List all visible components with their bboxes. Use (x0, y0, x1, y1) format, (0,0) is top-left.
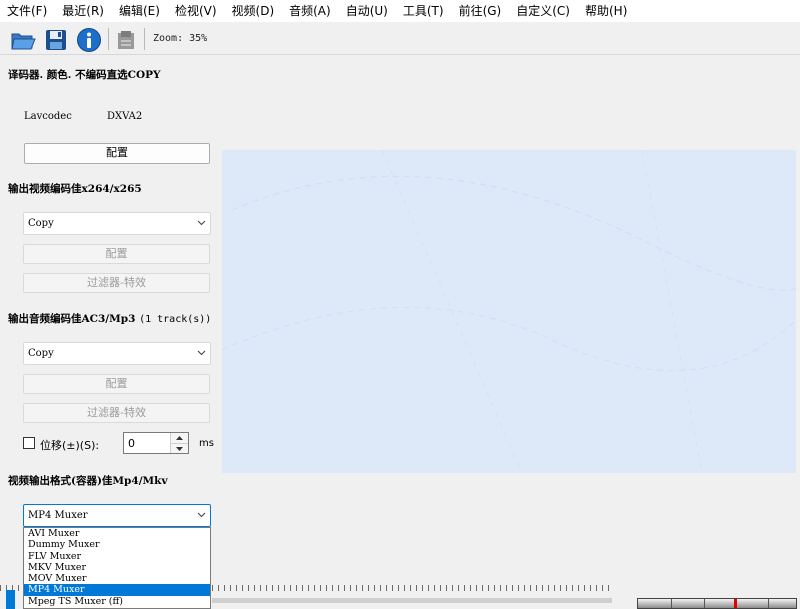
container-format-option[interactable]: FLV Muxer (24, 551, 210, 562)
decoder-lib-label: Lavcodec (24, 111, 72, 122)
decoder-hw-label: DXVA2 (107, 111, 143, 122)
chevron-down-icon (195, 216, 207, 230)
meter-tick (704, 599, 705, 608)
container-format-option[interactable]: MP4 Muxer (24, 584, 210, 596)
audio-shift-spinbox[interactable]: 0 (123, 432, 189, 454)
container-format-option[interactable]: AVI Muxer (24, 528, 210, 539)
video-preview (222, 150, 796, 473)
chevron-down-icon (195, 346, 207, 360)
spin-arrows (170, 433, 188, 453)
preview-background-pattern (222, 150, 796, 473)
toolbar-separator (144, 28, 145, 50)
info-icon[interactable] (75, 26, 103, 54)
audio-filters-button[interactable]: 过滤器-特效 (23, 403, 210, 423)
timeline-track[interactable] (212, 598, 612, 603)
container-format-option[interactable]: Mpeg TS Muxer (ff) (24, 596, 210, 607)
audio-level-meter (637, 598, 797, 609)
video-filters-button[interactable]: 过滤器-特效 (23, 273, 210, 293)
audio-shift-value: 0 (128, 437, 135, 450)
decoder-section-title: 译码器. 颜色. 不编码直选COPY (8, 69, 161, 81)
menu-item[interactable]: 文件(F) (0, 0, 55, 22)
menu-bar: 文件(F) 最近(R) 编辑(E) 检视(V) 视频(D) 音频(A) 自动(U) 工具(T)… (0, 0, 800, 22)
zoom-level: Zoom: 35% (153, 33, 208, 44)
video-config-button[interactable]: 配置 (23, 244, 210, 264)
toolbar-separator (108, 28, 109, 50)
menu-item[interactable]: 检视(V) (168, 0, 225, 22)
meter-tick (768, 599, 769, 608)
toolbar: Zoom: 35% (0, 23, 800, 55)
container-format-option[interactable]: MKV Muxer (24, 562, 210, 573)
menu-item[interactable]: 编辑(E) (112, 0, 168, 22)
audio-shift-checkbox[interactable] (23, 437, 35, 449)
audio-shift-unit: ms (199, 438, 214, 449)
menu-item[interactable]: 前往(G) (452, 0, 510, 22)
container-format-option[interactable]: Dummy Muxer (24, 539, 210, 550)
save-disk-icon[interactable] (42, 26, 70, 54)
audio-config-button[interactable]: 配置 (23, 374, 210, 394)
decoder-config-button[interactable]: 配置 (24, 143, 210, 164)
meter-cursor (734, 599, 737, 608)
spin-down-icon[interactable] (171, 443, 188, 453)
menu-item[interactable]: 帮助(H) (578, 0, 635, 22)
audio-output-section-title: 输出音频编码佳AC3/Mp3 (1 track(s)) (8, 311, 211, 326)
container-format-dropdown: AVI Muxer Dummy Muxer FLV Muxer MKV Muxer MO… (23, 527, 211, 609)
menu-item[interactable]: 视频(D) (225, 0, 283, 22)
container-format-value: MP4 Muxer (28, 510, 88, 521)
video-codec-select[interactable]: Copy (23, 212, 211, 235)
audio-shift-label: 位移(±)(S): (40, 439, 100, 452)
audio-track-count: (1 track(s)) (139, 314, 212, 325)
audio-codec-select[interactable]: Copy (23, 342, 211, 365)
disabled-tool-icon (112, 26, 140, 54)
timeline-ticks (212, 585, 612, 591)
menu-item[interactable]: 工具(T) (396, 0, 452, 22)
menu-item[interactable]: 自动(U) (339, 0, 396, 22)
timeline-slider-thumb[interactable] (6, 590, 15, 609)
menu-item[interactable]: 最近(R) (55, 0, 112, 22)
open-folder-icon[interactable] (9, 26, 37, 54)
audio-output-title-text: 输出音频编码佳AC3/Mp3 (8, 313, 136, 325)
container-section-title: 视频输出格式(容器)佳Mp4/Mkv (8, 475, 168, 487)
audio-codec-value: Copy (28, 348, 54, 359)
menu-item[interactable]: 音频(A) (282, 0, 339, 22)
container-format-option[interactable]: MOV Muxer (24, 573, 210, 584)
video-codec-value: Copy (28, 218, 54, 229)
chevron-down-icon (195, 508, 207, 522)
container-format-select[interactable]: MP4 Muxer (23, 504, 211, 527)
spin-up-icon[interactable] (171, 433, 188, 443)
menu-item[interactable]: 自定义(C) (509, 0, 578, 22)
video-output-section-title: 输出视频编码佳x264/x265 (8, 183, 142, 195)
meter-tick (671, 599, 672, 608)
